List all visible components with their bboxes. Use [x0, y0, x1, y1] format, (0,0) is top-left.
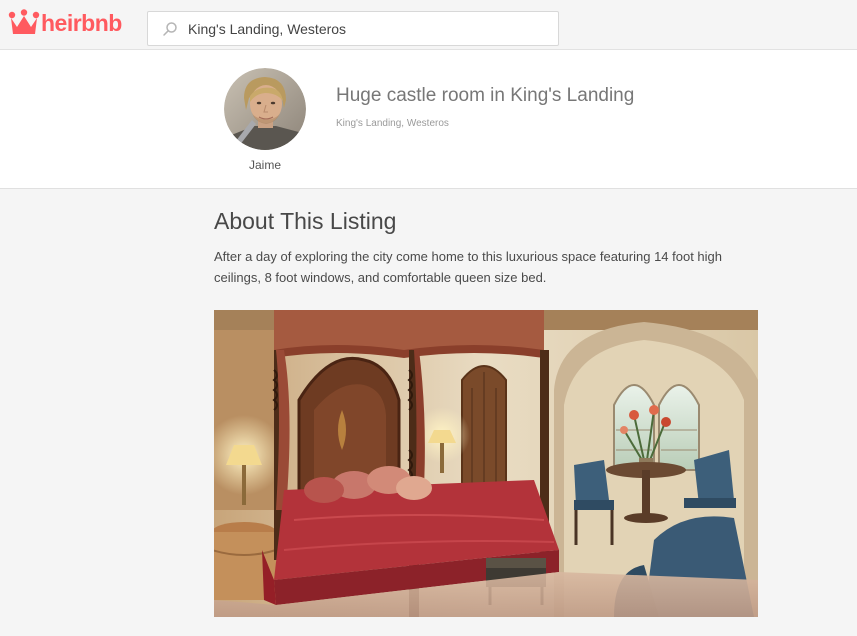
host-avatar[interactable] — [224, 68, 306, 150]
search-input[interactable] — [188, 13, 558, 44]
brand-name: heirbnb — [41, 9, 122, 36]
search-icon — [163, 21, 177, 36]
top-bar: heirbnb — [0, 0, 857, 50]
about-heading: About This Listing — [214, 208, 397, 234]
host-profile: Jaime — [224, 68, 306, 172]
listing-photo[interactable] — [214, 310, 758, 617]
castle-bedroom-photo — [214, 310, 758, 617]
listing-header: Jaime Huge castle room in King's Landing… — [0, 50, 857, 189]
search-box[interactable] — [147, 11, 559, 46]
about-description: After a day of exploring the city come h… — [214, 249, 723, 285]
crown-icon — [8, 9, 40, 34]
listing-title: Huge castle room in King's Landing — [336, 85, 635, 106]
host-name[interactable]: Jaime — [224, 158, 306, 172]
heirbnb-logo[interactable]: heirbnb — [8, 6, 122, 40]
listing-location: King's Landing, Westeros — [336, 118, 449, 129]
